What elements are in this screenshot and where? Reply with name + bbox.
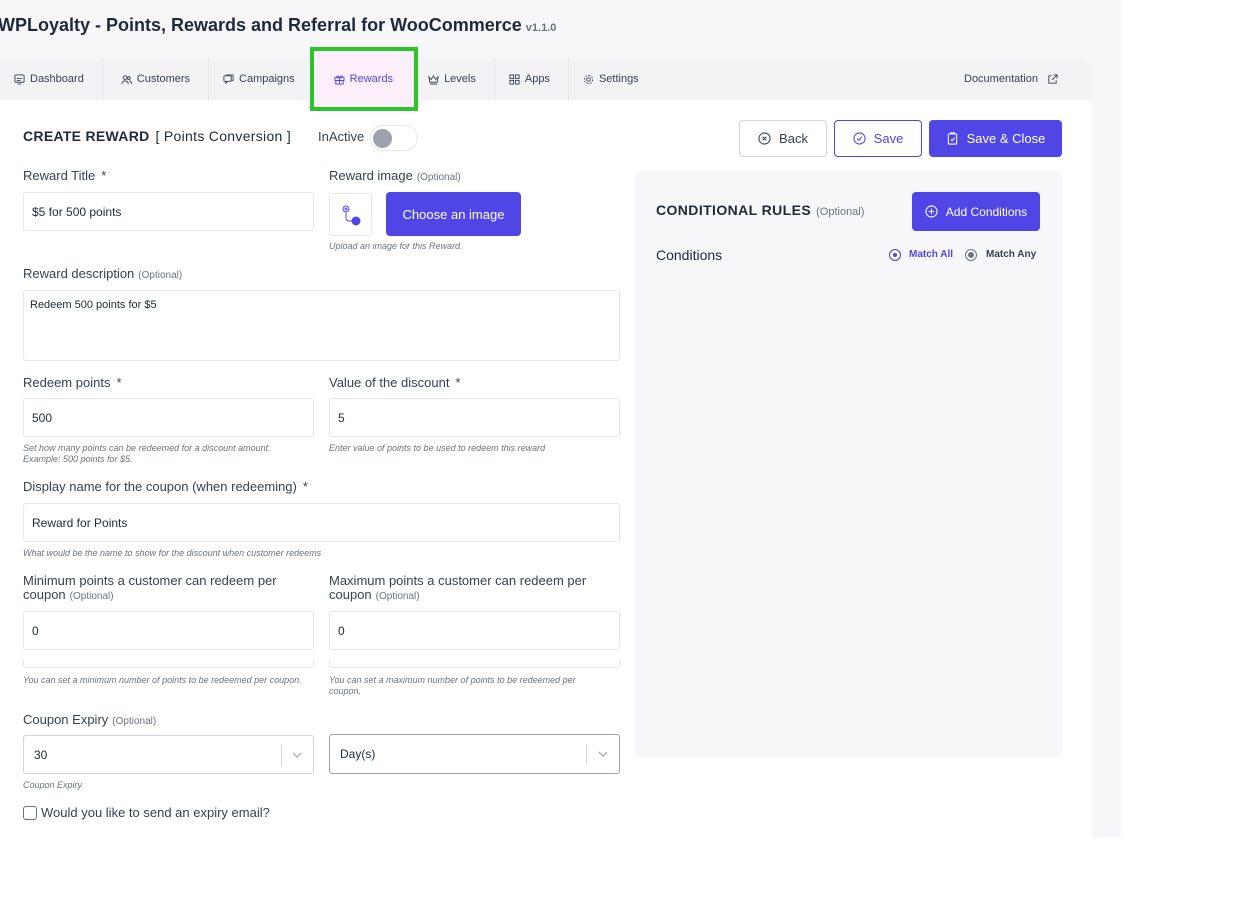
discount-value-input[interactable]: 5 [329,398,620,437]
coupon-display-name-hint: What would be the name to show for the d… [23,548,322,558]
chevron-down-icon [292,752,302,758]
expiry-unit-select[interactable]: Day(s) [329,734,620,774]
clipboard-check-icon [947,132,957,145]
tab-apps[interactable]: Apps [495,58,569,100]
max-points-label: Maximum points a customer can redeem per… [329,573,587,603]
dashboard-icon [14,73,25,85]
reward-description-textarea[interactable]: Redeem 500 points for $5 [23,290,620,361]
choose-image-button[interactable]: Choose an image [386,192,521,236]
reward-type-label: [ Points Conversion ] [155,128,292,144]
reward-title-label: Reward Title * [23,168,107,183]
select-separator [281,745,282,766]
toggle-knob [373,129,392,148]
plus-circle-icon [925,205,938,218]
match-any-radio[interactable] [965,249,977,261]
max-points-hint: You can set a maximum number of points t… [329,675,576,696]
reward-image-label: Reward image (Optional) [329,168,461,183]
nav-tabs: Dashboard Customers Campaigns Rewards Le… [0,47,1092,111]
tab-levels[interactable]: Levels [414,58,495,100]
conditional-rules-panel: CONDITIONAL RULES (Optional) Add Conditio… [635,171,1062,757]
redeem-points-hint: Set how many points can be redeemed for … [23,443,271,464]
redeem-points-label: Redeem points * [23,375,122,390]
min-points-hint: You can set a minimum number of points t… [23,675,302,685]
select-separator [586,744,587,765]
match-all-radio[interactable] [889,249,901,261]
coupon-display-name-input[interactable]: Reward for Points [23,503,620,542]
image-placeholder-icon [342,205,360,225]
add-conditions-button[interactable]: Add Conditions [912,192,1040,231]
coupon-expiry-hint: Coupon Expiry [23,780,83,790]
tab-settings[interactable]: Settings [569,58,657,100]
tab-campaigns[interactable]: Campaigns [209,58,314,100]
tab-dashboard[interactable]: Dashboard [0,58,103,100]
check-circle-icon [853,132,866,145]
conditions-label: Conditions [656,247,723,263]
max-points-input[interactable]: 0 [329,611,620,650]
users-icon [121,74,132,84]
gear-icon [583,74,594,84]
coupon-expiry-select[interactable]: 30 [23,735,314,774]
save-close-button[interactable]: Save & Close [929,120,1062,157]
version-badge: v1.1.0 [525,22,557,34]
coupon-display-name-label: Display name for the coupon (when redeem… [23,479,308,494]
chat-icon [223,73,234,84]
save-button[interactable]: Save [834,120,922,157]
discount-value-label: Value of the discount * [329,375,461,390]
gift-icon [334,74,345,85]
tab-customers[interactable]: Customers [103,58,210,100]
expiry-email-label: Would you like to send an expiry email? [41,805,270,820]
documentation-link[interactable]: Documentation [950,58,1092,100]
coupon-expiry-label: Coupon Expiry (Optional) [23,712,157,727]
min-points-input[interactable]: 0 [23,611,314,650]
match-all-label: Match All [909,249,954,260]
reward-image-hint: Upload an image for this Reward. [329,241,463,251]
status-label: InActive [318,129,365,144]
app-background: WPLoyalty - Points, Rewards and Referral… [0,0,1121,838]
active-toggle[interactable] [370,125,418,151]
redeem-points-input[interactable]: 500 [23,398,314,437]
close-circle-icon [758,132,771,145]
max-points-field-edge [329,660,620,668]
min-points-field-edge [23,660,314,668]
chevron-down-icon [598,751,608,757]
min-points-label: Minimum points a customer can redeem per… [23,573,277,603]
match-any-label: Match Any [986,249,1037,260]
page-title: WPLoyalty - Points, Rewards and Referral… [0,15,557,35]
back-button[interactable]: Back [739,120,827,157]
reward-image-placeholder [329,193,372,236]
reward-description-label: Reward description (Optional) [23,266,183,281]
discount-value-hint: Enter value of points to be used to rede… [329,443,546,453]
form-heading: CREATE REWARD[ Points Conversion ] [23,128,292,144]
reward-title-input[interactable]: $5 for 500 points [23,192,314,231]
grid-icon [509,73,520,85]
crown-icon [428,74,439,85]
external-link-icon [1048,73,1058,84]
expiry-email-checkbox[interactable] [23,806,37,820]
conditional-rules-title: CONDITIONAL RULES (Optional) [656,202,865,218]
tab-rewards[interactable]: Rewards [309,47,419,111]
